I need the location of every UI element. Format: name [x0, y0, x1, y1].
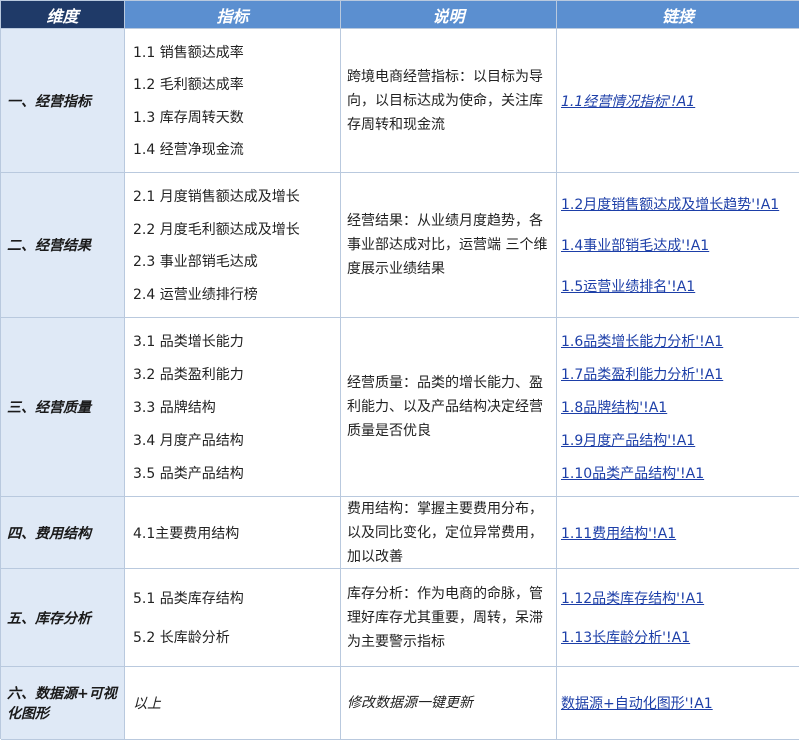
link-item[interactable]: 1.7品类盈利能力分析'!A1: [561, 364, 795, 384]
metric-item: 3.1 品类增长能力: [133, 334, 244, 350]
metric-item: 3.5 品类产品结构: [133, 466, 244, 482]
description-cell: 经营结果：从业绩月度趋势，各事业部达成对比，运营端 三个维度展示业绩结果: [341, 173, 557, 318]
dimension-cell: 三、经营质量: [1, 318, 125, 497]
dimension-cell: 一、经营指标: [1, 29, 125, 173]
description-cell: 库存分析：作为电商的命脉，管理好库存尤其重要，周转，呆滞为主要警示指标: [341, 569, 557, 667]
dimension-cell: 六、数据源+可视化图形: [1, 667, 125, 740]
description-text: 费用结构：掌握主要费用分布，以及同比变化，定位异常费用，加以改善: [347, 500, 543, 565]
metric-item: 1.3 库存周转天数: [133, 109, 244, 126]
header-link: 链接: [557, 1, 799, 29]
links-cell: 数据源+自动化图形'!A1: [557, 667, 799, 740]
description-text: 经营结果：从业绩月度趋势，各事业部达成对比，运营端 三个维度展示业绩结果: [347, 213, 548, 277]
metrics-cell: 4.1主要费用结构: [125, 497, 341, 569]
metric-item: 5.2 长库龄分析: [133, 630, 230, 646]
metric-item: 2.3 事业部销毛达成: [133, 254, 258, 271]
metric-item: 5.1 品类库存结构: [133, 591, 244, 607]
metrics-cell: 1.1 销售额达成率 1.2 毛利额达成率 1.3 库存周转天数 1.4 经营净…: [125, 29, 341, 173]
links-cell: 1.12品类库存结构'!A1 1.13长库龄分析'!A1: [557, 569, 799, 667]
description-cell: 经营质量：品类的增长能力、盈利能力、以及产品结构决定经营质量是否优良: [341, 318, 557, 497]
dimension-cell: 五、库存分析: [1, 569, 125, 667]
link-item[interactable]: 1.11费用结构'!A1: [561, 523, 795, 543]
description-text: 跨境电商经营指标：以目标为导向，以目标达成为使命，关注库存周转和现金流: [347, 68, 543, 133]
link-item[interactable]: 数据源+自动化图形'!A1: [561, 693, 795, 713]
metric-item: 3.4 月度产品结构: [133, 433, 244, 449]
link-item[interactable]: 1.10品类产品结构'!A1: [561, 463, 795, 483]
metric-item: 3.3 品牌结构: [133, 400, 216, 416]
metrics-cell: 2.1 月度销售额达成及增长 2.2 月度毛利额达成及增长 2.3 事业部销毛达…: [125, 173, 341, 318]
metric-item: 2.2 月度毛利额达成及增长: [133, 221, 300, 238]
link-item[interactable]: 1.6品类增长能力分析'!A1: [561, 331, 795, 351]
description-cell: 修改数据源一键更新: [341, 667, 557, 740]
metric-item: 1.2 毛利额达成率: [133, 77, 244, 94]
header-dimension: 维度: [1, 1, 125, 29]
metric-item: 以上: [133, 696, 161, 712]
link-item[interactable]: 1.4事业部销毛达成'!A1: [561, 235, 795, 255]
description-text: 修改数据源一键更新: [347, 695, 473, 711]
description-cell: 跨境电商经营指标：以目标为导向，以目标达成为使命，关注库存周转和现金流: [341, 29, 557, 173]
link-item[interactable]: 1.13长库龄分析'!A1: [561, 627, 795, 647]
links-cell: 1.2月度销售额达成及增长趋势'!A1 1.4事业部销毛达成'!A1 1.5运营…: [557, 173, 799, 318]
links-cell: 1.6品类增长能力分析'!A1 1.7品类盈利能力分析'!A1 1.8品牌结构'…: [557, 318, 799, 497]
header-description: 说明: [341, 1, 557, 29]
dimension-cell: 四、费用结构: [1, 497, 125, 569]
description-cell: 费用结构：掌握主要费用分布，以及同比变化，定位异常费用，加以改善: [341, 497, 557, 569]
metric-item: 2.1 月度销售额达成及增长: [133, 188, 300, 205]
metrics-cell: 5.1 品类库存结构 5.2 长库龄分析: [125, 569, 341, 667]
metrics-cell: 以上: [125, 667, 341, 740]
metric-item: 2.4 运营业绩排行榜: [133, 287, 258, 304]
metric-item: 1.4 经营净现金流: [133, 142, 244, 159]
description-text: 经营质量：品类的增长能力、盈利能力、以及产品结构决定经营质量是否优良: [347, 375, 543, 439]
link-item[interactable]: 1.9月度产品结构'!A1: [561, 430, 795, 450]
links-cell: 1.11费用结构'!A1: [557, 497, 799, 569]
dimension-cell: 二、经营结果: [1, 173, 125, 318]
link-item[interactable]: 1.1经营情况指标'!A1: [561, 91, 795, 111]
header-metrics: 指标: [125, 1, 341, 29]
metric-item: 3.2 品类盈利能力: [133, 367, 244, 383]
link-item[interactable]: 1.5运营业绩排名'!A1: [561, 276, 795, 296]
links-cell: 1.1经营情况指标'!A1: [557, 29, 799, 173]
metrics-cell: 3.1 品类增长能力 3.2 品类盈利能力 3.3 品牌结构 3.4 月度产品结…: [125, 318, 341, 497]
metric-item: 4.1主要费用结构: [133, 525, 240, 542]
metric-item: 1.1 销售额达成率: [133, 44, 244, 61]
link-item[interactable]: 1.2月度销售额达成及增长趋势'!A1: [561, 194, 795, 214]
link-item[interactable]: 1.8品牌结构'!A1: [561, 397, 795, 417]
index-table: 维度 指标 说明 链接 一、经营指标 1.1 销售额达成率 1.2 毛利额达成率…: [0, 0, 799, 740]
link-item[interactable]: 1.12品类库存结构'!A1: [561, 588, 795, 608]
description-text: 库存分析：作为电商的命脉，管理好库存尤其重要，周转，呆滞为主要警示指标: [347, 585, 543, 650]
